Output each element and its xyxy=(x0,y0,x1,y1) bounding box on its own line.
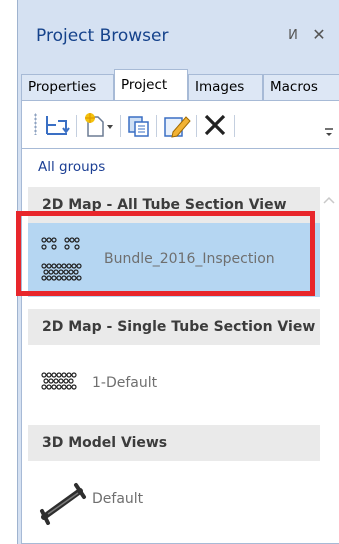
tube-map-thumb-icon xyxy=(41,372,77,390)
all-groups-link[interactable]: All groups xyxy=(38,159,105,175)
selection-highlight-box xyxy=(16,211,315,296)
toolbar-overflow-icon[interactable] xyxy=(323,121,335,141)
edit-icon[interactable] xyxy=(162,111,192,139)
group-header-3d-model[interactable]: 3D Model Views xyxy=(28,425,320,461)
list-item-1-default[interactable]: 1-Default xyxy=(28,345,320,419)
delete-icon[interactable] xyxy=(202,111,228,139)
group-list: All groups 2D Map - All Tube Section Vie… xyxy=(21,148,339,544)
list-item-default[interactable]: Default xyxy=(28,461,320,535)
tab-images[interactable]: Images xyxy=(188,74,263,100)
panel-title: Project Browser xyxy=(36,26,169,46)
tab-properties[interactable]: Properties xyxy=(21,74,114,100)
toolbar xyxy=(21,100,339,148)
scroll-up-icon[interactable] xyxy=(322,191,336,204)
panel-title-bar: Project Browser И ✕ xyxy=(18,0,339,66)
copy-icon[interactable] xyxy=(126,111,152,139)
tab-strip: Properties Project Images Macros xyxy=(21,66,339,100)
collapse-icon[interactable] xyxy=(44,111,70,139)
3d-model-thumb-icon xyxy=(40,483,86,525)
list-item-label: Default xyxy=(92,491,144,507)
close-icon[interactable]: ✕ xyxy=(311,26,327,44)
pin-icon[interactable]: И xyxy=(286,28,300,44)
list-item-label: 1-Default xyxy=(92,375,158,391)
new-item-icon[interactable] xyxy=(82,111,116,139)
tab-project[interactable]: Project xyxy=(114,69,188,100)
tab-macros[interactable]: Macros xyxy=(263,74,339,100)
group-header-single-tube[interactable]: 2D Map - Single Tube Section View xyxy=(28,309,320,345)
toolbar-grip[interactable] xyxy=(34,113,37,135)
